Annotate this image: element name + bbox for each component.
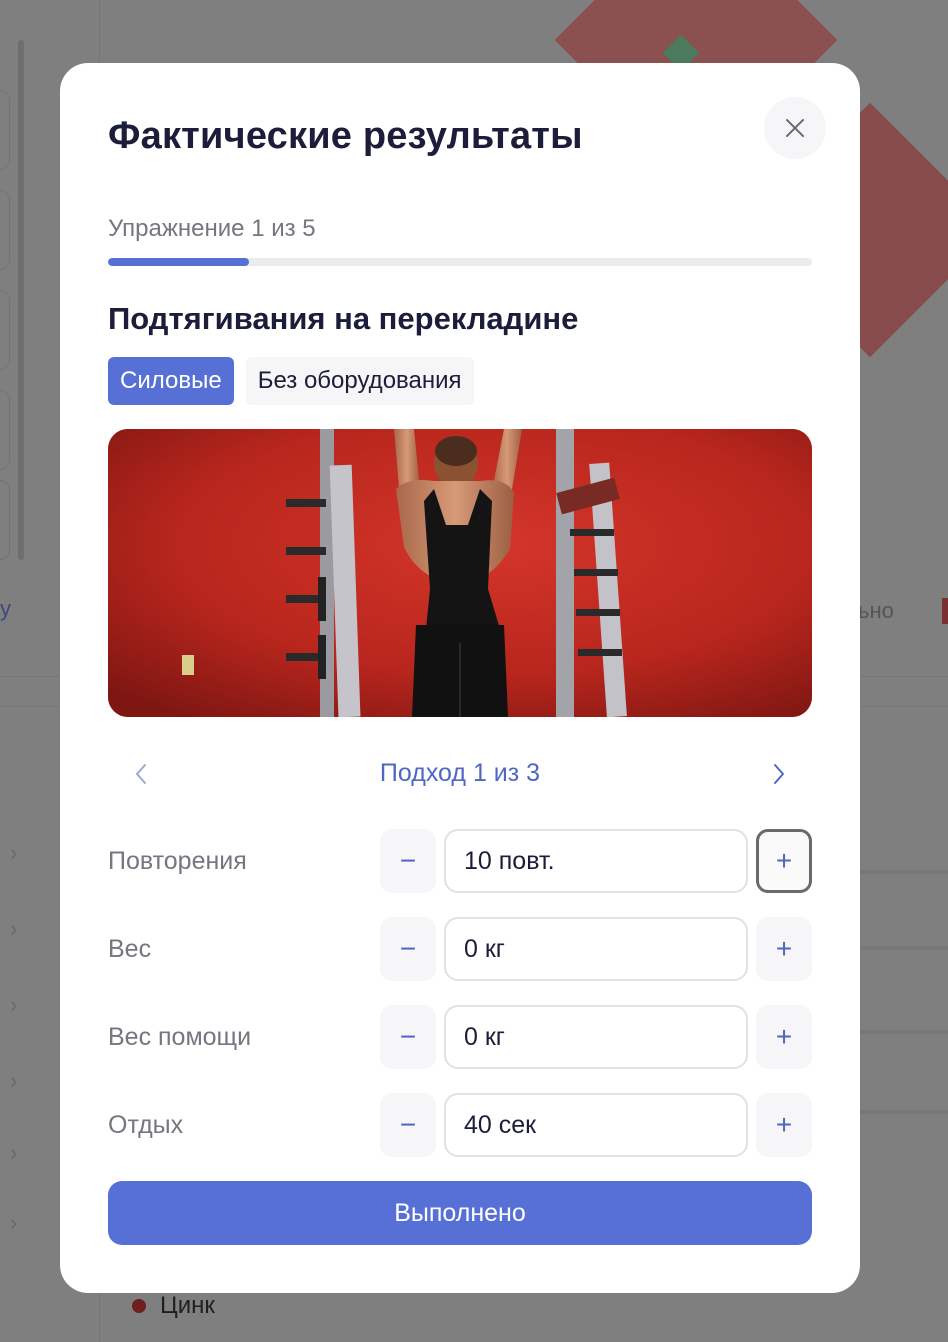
field-label: Повторения — [108, 847, 247, 875]
background-text: ьно — [858, 598, 894, 623]
exercise-progress-bar — [108, 258, 812, 266]
exercise-name: Подтягивания на перекладине — [108, 301, 579, 336]
background-slot — [0, 480, 10, 560]
rest-input[interactable]: 40 сек — [444, 1093, 748, 1157]
rest-increment-button[interactable]: + — [756, 1093, 812, 1157]
reps-decrement-button[interactable]: − — [380, 829, 436, 893]
background-legend-item: Цинк — [132, 1292, 215, 1320]
results-modal: Фактические результаты Упражнение 1 из 5… — [60, 63, 860, 1293]
background-legend-label: Цинк — [160, 1292, 215, 1319]
field-row-rest: Отдых − 40 сек + — [108, 1093, 812, 1157]
chevron-right-icon: › — [10, 1140, 18, 1165]
field-label: Вес — [108, 935, 152, 963]
chevron-right-icon: › — [10, 1210, 18, 1235]
chevron-right-icon: › — [10, 1068, 18, 1093]
exercise-tags: Силовые Без оборудования — [108, 357, 474, 405]
background-scrollbar — [18, 40, 24, 560]
exercise-image — [108, 429, 812, 717]
background-divider — [860, 1110, 948, 1114]
assist-weight-input[interactable]: 0 кг — [444, 1005, 748, 1069]
background-slot — [0, 390, 10, 470]
background-slot — [0, 90, 10, 170]
rest-decrement-button[interactable]: − — [380, 1093, 436, 1157]
exercise-progress-label: Упражнение 1 из 5 — [108, 215, 316, 242]
weight-input[interactable]: 0 кг — [444, 917, 748, 981]
assist-weight-increment-button[interactable]: + — [756, 1005, 812, 1069]
background-divider — [860, 946, 948, 950]
set-counter: Подход 1 из 3 — [379, 759, 541, 787]
close-button[interactable] — [764, 97, 826, 159]
set-navigator: Подход 1 из 3 — [108, 749, 812, 799]
chevron-right-icon: › — [10, 840, 18, 865]
weight-decrement-button[interactable]: − — [380, 917, 436, 981]
reps-increment-button[interactable]: + — [756, 829, 812, 893]
chevron-right-icon — [774, 764, 784, 784]
reps-input[interactable]: 10 повт. — [444, 829, 748, 893]
tag-strength: Силовые — [108, 357, 234, 405]
field-row-weight: Вес − 0 кг + — [108, 917, 812, 981]
chevron-right-icon: › — [10, 992, 18, 1017]
close-icon — [786, 119, 804, 137]
chevron-right-icon: › — [10, 916, 18, 941]
done-button[interactable]: Выполнено — [108, 1181, 812, 1245]
tag-no-equipment: Без оборудования — [245, 357, 474, 405]
assist-weight-decrement-button[interactable]: − — [380, 1005, 436, 1069]
exercise-progress-fill — [108, 258, 249, 266]
field-label: Вес помощи — [108, 1023, 252, 1051]
next-set-button[interactable] — [754, 749, 804, 799]
background-divider — [860, 870, 948, 874]
field-label: Отдых — [108, 1111, 184, 1139]
background-text: у — [0, 596, 11, 621]
field-row-reps: Повторения − 10 повт. + — [108, 829, 812, 893]
modal-title: Фактические результаты — [108, 115, 583, 157]
weight-increment-button[interactable]: + — [756, 917, 812, 981]
background-slot — [0, 290, 10, 370]
field-row-assist-weight: Вес помощи − 0 кг + — [108, 1005, 812, 1069]
background-slot — [0, 190, 10, 270]
background-marker — [942, 598, 948, 624]
background-divider — [860, 1030, 948, 1034]
legend-dot-icon — [132, 1299, 146, 1313]
